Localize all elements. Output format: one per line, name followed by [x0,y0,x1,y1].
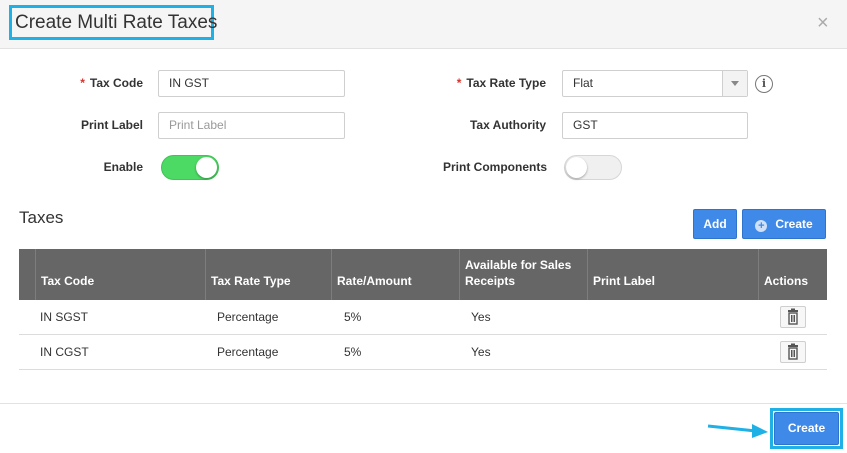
required-mark: * [80,76,85,90]
column-header-available: Available for Sales Receipts [459,249,587,300]
cell-tax-rate-type: Percentage [217,310,279,324]
column-header-tax-code: Tax Code [35,249,205,300]
annotation-arrow [707,424,768,438]
plus-circle-icon: + [755,220,768,232]
trash-icon [788,308,798,325]
toggle-knob [196,157,217,178]
table-header-spacer [19,249,35,300]
add-button[interactable]: Add [693,209,737,239]
dialog-header: Create Multi Rate Taxes × [0,0,847,49]
print-components-label: Print Components [443,160,547,174]
cell-rate: 5% [344,345,362,359]
tax-authority-input[interactable]: GST [562,112,748,139]
column-header-print-label: Print Label [587,249,758,300]
info-icon[interactable]: i [755,75,773,93]
cell-tax-rate-type: Percentage [217,345,279,359]
required-mark: * [456,76,462,90]
cell-tax-code: IN CGST [40,345,89,359]
delete-row-button[interactable] [780,341,806,363]
column-header-rate-amount: Rate/Amount [331,249,459,300]
tax-code-label: * Tax Code [80,76,143,90]
close-icon[interactable]: × [817,12,829,34]
create-button-highlight: Create [770,408,843,449]
print-label-input[interactable]: Print Label [158,112,345,139]
cell-available: Yes [471,345,491,359]
footer-divider [0,403,847,404]
delete-row-button[interactable] [780,306,806,328]
tax-rate-type-label: * Tax Rate Type [456,76,546,90]
column-header-tax-rate-type: Tax Rate Type [205,249,331,300]
dialog-title: Create Multi Rate Taxes [9,5,217,40]
table-row: IN CGST Percentage 5% Yes [19,335,827,370]
tax-authority-label: Tax Authority [469,118,546,132]
cell-rate: 5% [344,310,362,324]
column-header-actions: Actions [758,249,827,300]
cell-available: Yes [471,310,491,324]
table-row: IN SGST Percentage 5% Yes [19,300,827,335]
chevron-down-icon[interactable] [722,71,747,96]
cell-tax-code: IN SGST [40,310,89,324]
print-components-toggle[interactable] [564,155,622,180]
tax-code-input[interactable]: IN GST [158,70,345,97]
trash-icon [788,343,798,360]
print-label-label: Print Label [80,118,143,132]
enable-toggle[interactable] [161,155,219,180]
taxes-table: Tax Code Tax Rate Type Rate/Amount Avail… [19,249,827,370]
create-tax-button[interactable]: + Create [742,209,826,239]
toggle-knob [566,157,587,178]
taxes-section-title: Taxes [19,208,64,227]
table-header: Tax Code Tax Rate Type Rate/Amount Avail… [19,249,827,300]
tax-rate-type-value: Flat [573,76,594,90]
create-button[interactable]: Create [774,412,839,445]
enable-label: Enable [103,160,143,174]
tax-rate-type-select[interactable]: Flat [562,70,748,97]
